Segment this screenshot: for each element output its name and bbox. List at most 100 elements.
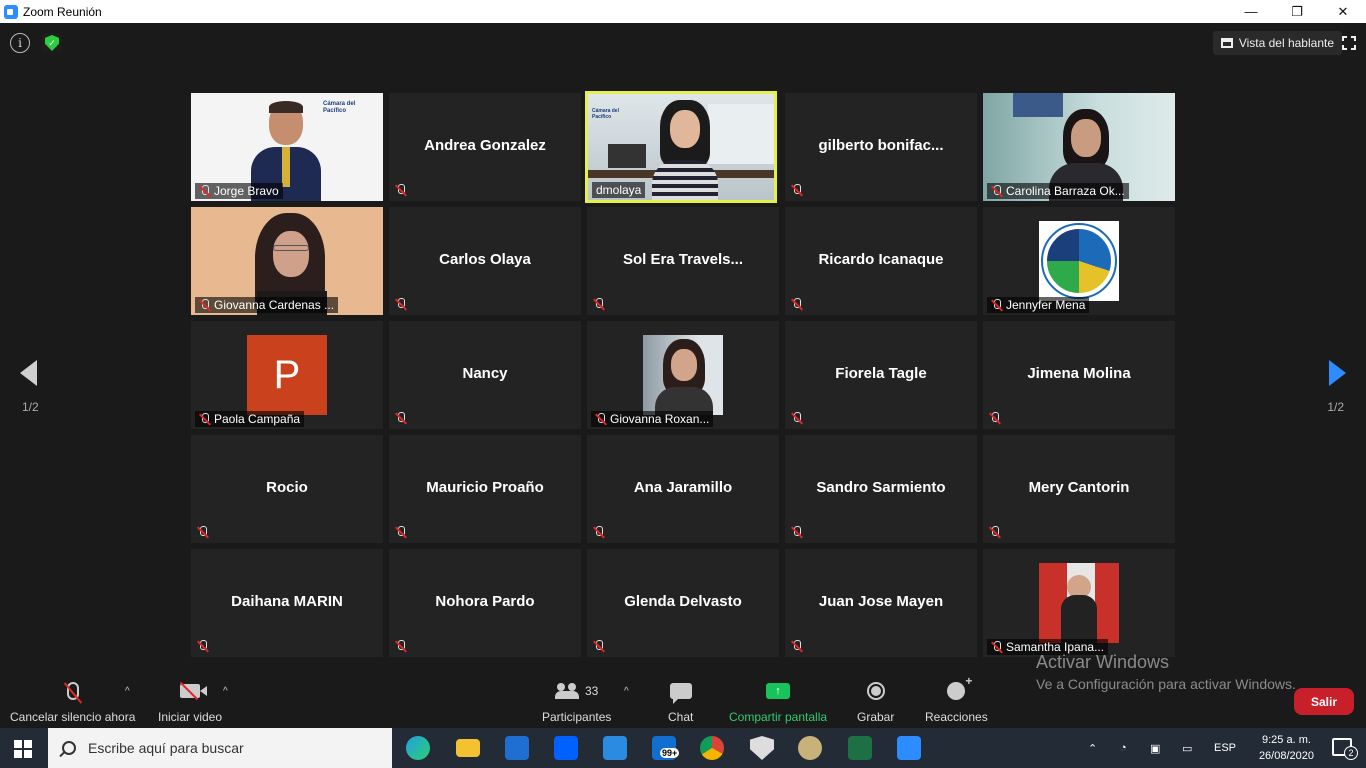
speaker-view-button[interactable]: Vista del hablante [1212, 31, 1342, 55]
participant-tile[interactable]: Juan Jose Mayen [785, 549, 977, 657]
video-off-icon [180, 684, 208, 698]
share-screen-button[interactable]: ↑ Compartir pantalla [729, 678, 827, 724]
powerpoint-avatar: P [247, 335, 327, 415]
participant-tile[interactable]: Jennyfer Mena [983, 207, 1175, 315]
participant-tile[interactable]: Nancy [389, 321, 581, 429]
next-page-arrow-icon[interactable] [1329, 360, 1346, 386]
laptop-icon [608, 144, 646, 168]
reactions-button[interactable]: Reacciones [925, 674, 988, 724]
notifications-icon[interactable]: 2 [1332, 738, 1358, 760]
start-video-button[interactable]: Iniciar video [158, 678, 222, 724]
record-button[interactable]: Grabar [857, 678, 894, 724]
clock-date: 26/08/2020 [1258, 750, 1314, 762]
participant-tile[interactable]: gilberto bonifac... [785, 93, 977, 201]
participant-name-label: Paola Campaña [195, 411, 305, 427]
muted-microphone-icon [199, 185, 211, 197]
participant-tile[interactable]: Fiorela Tagle [785, 321, 977, 429]
participant-tile[interactable]: Jimena Molina [983, 321, 1175, 429]
wifi-icon[interactable]: ◔ [1120, 728, 1127, 768]
participant-tile[interactable]: Rocio [191, 435, 383, 543]
participant-tile[interactable]: Giovanna Cardenas ... [191, 207, 383, 315]
participant-tile[interactable]: Nohora Pardo [389, 549, 581, 657]
participant-gallery: Cámara del Pacífico Jorge Bravo Andrea Gonz… [191, 91, 1175, 657]
video-options-caret[interactable]: ^ [223, 686, 228, 697]
participant-tile[interactable]: Cámara del Pacífico Jorge Bravo [191, 93, 383, 201]
participant-tile[interactable]: P Paola Campaña [191, 321, 383, 429]
muted-microphone-icon [989, 412, 1001, 424]
participant-tile[interactable]: Mery Cantorin [983, 435, 1175, 543]
participant-tile[interactable]: Carlos Olaya [389, 207, 581, 315]
muted-microphone-icon [395, 412, 407, 424]
muted-microphone-icon [595, 413, 607, 425]
activate-windows-watermark: Activar Windows Ve a Configuración para … [1036, 652, 1296, 692]
muted-microphone-icon [395, 298, 407, 310]
record-icon [866, 682, 885, 700]
security-icon[interactable] [750, 736, 774, 760]
windows-start-icon[interactable] [14, 740, 32, 758]
dropbox-icon[interactable] [554, 736, 578, 760]
encryption-shield-icon[interactable]: ✓ [42, 33, 62, 53]
chat-label: Chat [668, 710, 694, 724]
fullscreen-icon[interactable] [1342, 36, 1356, 50]
leave-meeting-button[interactable]: Salir [1294, 688, 1354, 715]
participant-name: gilberto bonifac... [818, 137, 944, 154]
participant-name: Giovanna Cardenas ... [214, 298, 335, 312]
participant-name: Jorge Bravo [214, 184, 279, 198]
camara-pacifico-logo: Cámara del Pacífico [323, 101, 356, 114]
taskbar-search-box[interactable]: Escribe aquí para buscar [48, 728, 392, 768]
participant-name: Glenda Delvasto [624, 593, 742, 610]
participant-tile[interactable]: Samantha Ipana... [983, 549, 1175, 657]
participant-name: Sol Era Travels... [622, 251, 744, 268]
muted-microphone-icon [989, 526, 1001, 538]
zoom-taskbar-icon[interactable] [897, 736, 921, 760]
participant-tile[interactable]: Carolina Barraza Ok... [983, 93, 1175, 201]
muted-microphone-icon [791, 184, 803, 196]
battery-icon[interactable]: ▭ [1182, 728, 1192, 768]
participant-name: Nohora Pardo [435, 593, 535, 610]
outlook-icon[interactable] [603, 736, 627, 760]
mail-icon[interactable]: 99+ [652, 736, 680, 760]
participants-icon [555, 683, 579, 699]
minimize-button[interactable]: — [1228, 0, 1274, 23]
taskbar-clock[interactable]: 9:25 a. m. 26/08/2020 [1259, 732, 1314, 764]
store-icon[interactable] [505, 736, 529, 760]
meeting-stage: i ✓ Vista del hablante 1/2 1/2 Cámara de… [0, 23, 1366, 670]
participant-tile[interactable]: Ricardo Icanaque [785, 207, 977, 315]
reactions-label: Reacciones [925, 710, 988, 724]
excel-icon[interactable] [848, 736, 872, 760]
info-icon[interactable]: i [10, 33, 30, 53]
speaker-view-icon [1220, 38, 1233, 48]
page-indicator-right: 1/2 [1327, 400, 1344, 414]
participant-name: Mery Cantorin [1028, 479, 1130, 496]
participant-name: Giovanna Roxan... [610, 412, 710, 426]
chat-button[interactable]: Chat [668, 678, 693, 724]
antivirus-tray-icon[interactable]: ▣ [1150, 728, 1160, 768]
file-explorer-icon[interactable] [456, 739, 480, 757]
participant-tile[interactable]: Sol Era Travels... [587, 207, 779, 315]
chrome-icon[interactable] [700, 736, 724, 760]
previous-page-arrow-icon[interactable] [20, 360, 37, 386]
participants-options-caret[interactable]: ^ [624, 686, 629, 697]
participant-tile[interactable]: Daihana MARIN [191, 549, 383, 657]
participant-tile[interactable]: Cámara del Pacífico dmolaya [585, 91, 777, 203]
participant-tile[interactable]: Mauricio Proaño [389, 435, 581, 543]
tray-chevron-up-icon[interactable]: ⌃ [1088, 728, 1097, 768]
close-button[interactable]: ✕ [1320, 0, 1366, 23]
participant-tile[interactable]: Sandro Sarmiento [785, 435, 977, 543]
participant-name: Sandro Sarmiento [816, 479, 946, 496]
edge-browser-icon[interactable] [406, 736, 430, 760]
participant-tile[interactable]: Giovanna Roxan... [587, 321, 779, 429]
audio-options-caret[interactable]: ^ [125, 686, 130, 697]
paint-icon[interactable] [798, 736, 822, 760]
muted-microphone-icon [66, 682, 79, 700]
participant-tile[interactable]: Ana Jaramillo [587, 435, 779, 543]
participant-tile[interactable]: Glenda Delvasto [587, 549, 779, 657]
participant-tile[interactable]: Andrea Gonzalez [389, 93, 581, 201]
muted-microphone-icon [199, 299, 211, 311]
unmute-button[interactable]: Cancelar silencio ahora [10, 678, 135, 724]
muted-microphone-icon [991, 641, 1003, 653]
participants-button[interactable]: 33 Participantes [542, 678, 611, 724]
muted-microphone-icon [197, 640, 209, 652]
language-indicator[interactable]: ESP [1214, 728, 1236, 768]
maximize-button[interactable]: ❐ [1274, 0, 1320, 23]
